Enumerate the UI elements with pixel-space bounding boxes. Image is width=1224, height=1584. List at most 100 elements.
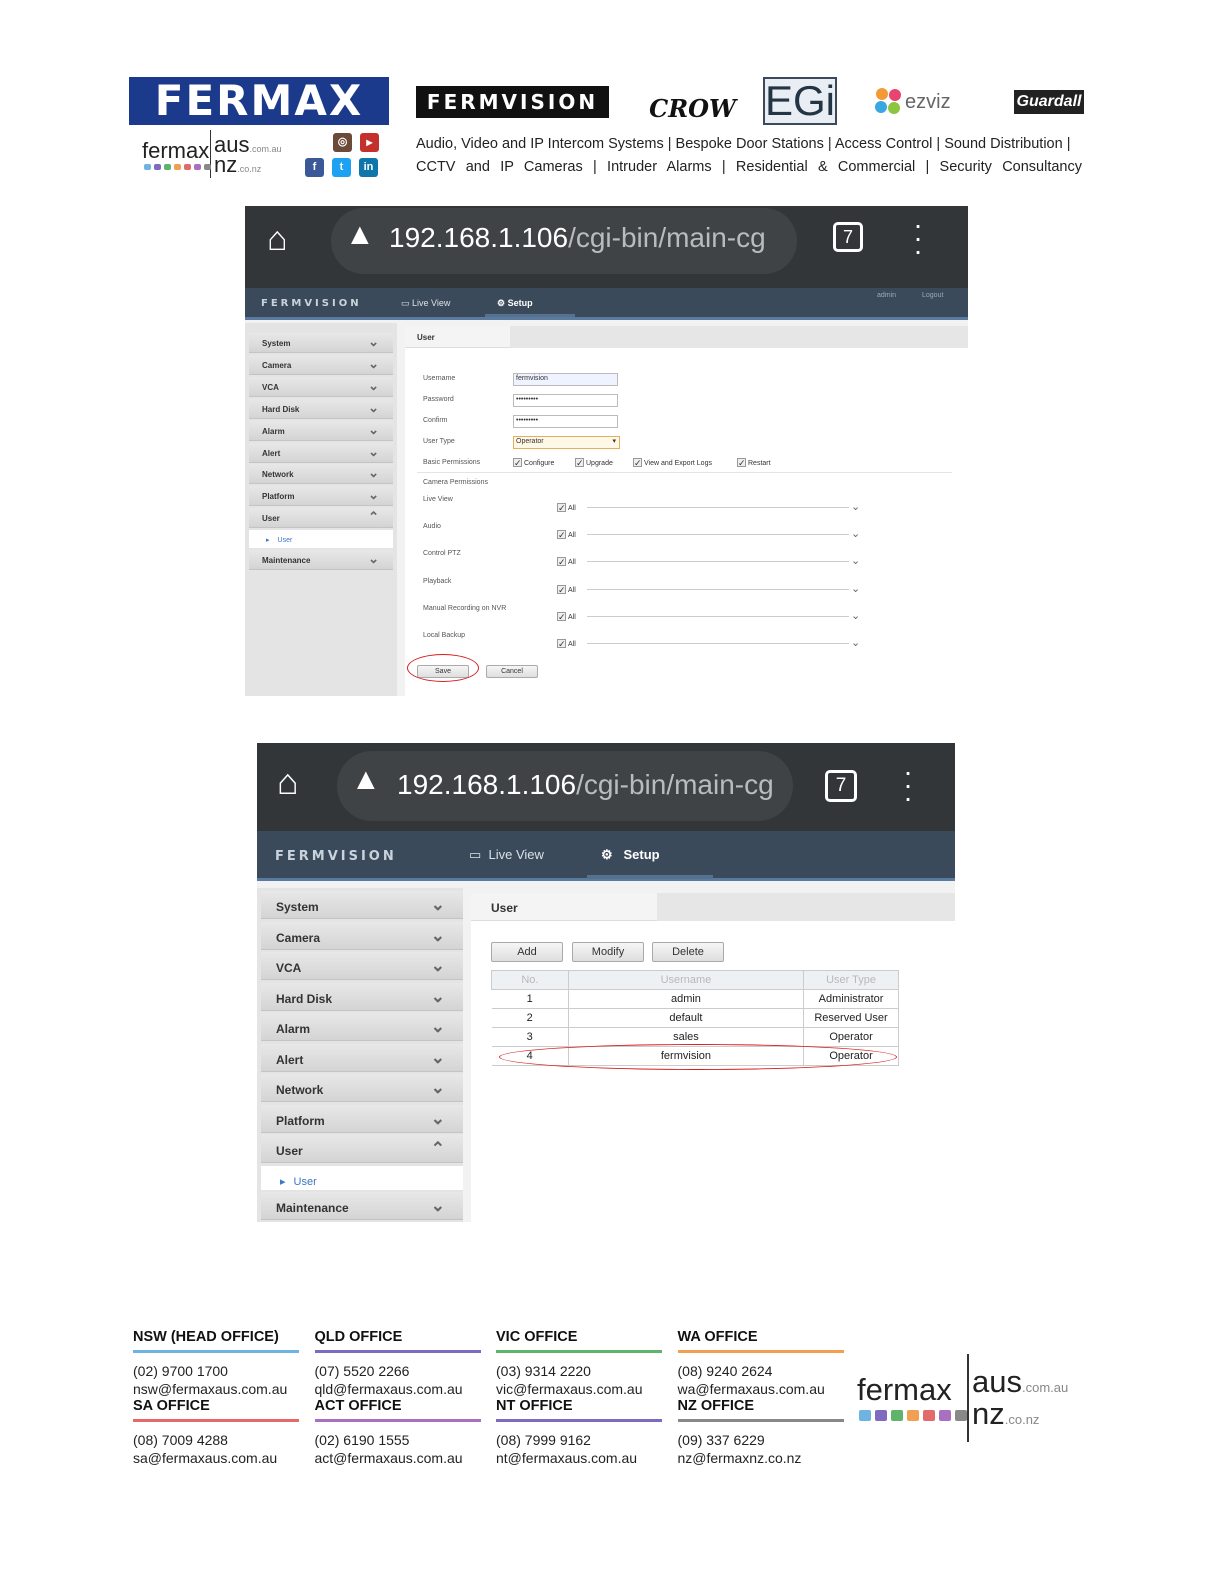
user-type-label: User Type <box>423 438 455 445</box>
sidebar-item-user[interactable]: User ⌃ <box>249 508 393 529</box>
nav-live-view[interactable]: ▭ Live View <box>469 847 544 863</box>
modify-button[interactable]: Modify <box>572 942 644 962</box>
sidebar-item-alert[interactable]: Alert ⌄ <box>249 442 393 463</box>
facebook-icon[interactable]: f <box>305 158 324 177</box>
nav-setup[interactable]: ⚙ Setup <box>601 847 660 863</box>
tab-count-button[interactable]: 7 <box>825 770 857 802</box>
table-row[interactable]: 2 default Reserved User <box>491 1008 899 1028</box>
twitter-icon[interactable]: t <box>332 158 351 177</box>
checkbox-checked-icon: ✓ <box>513 458 522 468</box>
office-phone[interactable]: (02) 6190 1555 <box>315 1431 481 1449</box>
nav-live-view[interactable]: ▭ Live View <box>401 298 450 309</box>
color-dot <box>174 164 181 170</box>
office-phone[interactable]: (09) 337 6229 <box>678 1431 844 1449</box>
sidebar-item-alarm[interactable]: Alarm ⌄ <box>261 1013 463 1041</box>
address-bar[interactable]: ▲ 192.168.1.106/cgi-bin/main-cg <box>331 208 797 274</box>
sidebar-item-maintenance[interactable]: Maintenance ⌄ <box>249 550 393 571</box>
chevron-down-icon[interactable]: ⌄ <box>851 582 860 595</box>
chevron-down-icon[interactable]: ⌄ <box>851 527 860 540</box>
camera-perm-all-checkbox[interactable]: ✓ All <box>557 503 576 513</box>
sidebar-item-system[interactable]: System ⌄ <box>261 891 463 919</box>
checkbox-checked-icon: ✓ <box>737 458 746 468</box>
sidebar-item-platform[interactable]: Platform ⌄ <box>261 1104 463 1133</box>
add-button[interactable]: Add <box>491 942 563 962</box>
menu-icon[interactable]: · · · <box>903 758 913 812</box>
office-email[interactable]: nt@fermaxaus.com.au <box>496 1449 662 1467</box>
ezviz-logo: ezviz <box>873 86 973 118</box>
username-input[interactable]: fermvision <box>513 373 618 386</box>
office-email[interactable]: act@fermaxaus.com.au <box>315 1449 481 1467</box>
color-dots <box>144 164 211 170</box>
office-email[interactable]: nsw@fermaxaus.com.au <box>133 1380 299 1398</box>
sidebar-sub-item-user[interactable]: ▸ User <box>261 1165 463 1190</box>
sidebar-item-network[interactable]: Network ⌄ <box>261 1074 463 1102</box>
chevron-down-icon[interactable]: ⌄ <box>851 554 860 567</box>
color-dot <box>939 1410 951 1421</box>
sidebar-item-hard-disk[interactable]: Hard Disk ⌄ <box>261 982 463 1011</box>
camera-permissions-title: Camera Permissions <box>423 479 488 486</box>
office-email[interactable]: sa@fermaxaus.com.au <box>133 1449 299 1467</box>
fermaxaus-logo: fermax aus.com.au nz.co.nz <box>142 130 312 180</box>
chevron-down-icon[interactable]: ⌄ <box>851 609 860 622</box>
office-phone[interactable]: (07) 5520 2266 <box>315 1362 481 1380</box>
address-bar[interactable]: ▲ 192.168.1.106/cgi-bin/main-cg <box>337 751 793 821</box>
sidebar-item-hard-disk[interactable]: Hard Disk ⌄ <box>249 398 393 419</box>
basic-perm-checkbox[interactable]: ✓ Configure <box>513 458 554 468</box>
confirm-input[interactable]: ••••••••• <box>513 415 618 428</box>
cell-user-type: Operator <box>803 1027 899 1047</box>
sidebar-item-platform[interactable]: Platform ⌄ <box>249 486 393 507</box>
office-phone[interactable]: (08) 7999 9162 <box>496 1431 662 1449</box>
camera-perm-all-checkbox[interactable]: ✓ All <box>557 639 576 649</box>
sidebar: System ⌄ Camera ⌄ VCA ⌄ Hard Disk ⌄ Alarm ⌄ Alert ⌄… <box>245 323 397 696</box>
ezviz-flower-icon <box>873 86 905 118</box>
delete-button[interactable]: Delete <box>652 942 724 962</box>
basic-perm-checkbox[interactable]: ✓ Upgrade <box>575 458 613 468</box>
sidebar-item-camera[interactable]: Camera ⌄ <box>261 921 463 950</box>
office-name: SA OFFICE <box>133 1398 210 1414</box>
cancel-button[interactable]: Cancel <box>486 665 538 678</box>
sidebar-item-camera[interactable]: Camera ⌄ <box>249 354 393 375</box>
basic-perm-checkbox[interactable]: ✓ Restart <box>737 458 771 468</box>
camera-perm-all-checkbox[interactable]: ✓ All <box>557 557 576 567</box>
office-phone[interactable]: (08) 7009 4288 <box>133 1431 299 1449</box>
table-row[interactable]: 1 admin Administrator <box>491 989 899 1009</box>
sidebar-item-maintenance[interactable]: Maintenance ⌄ <box>261 1191 463 1220</box>
tab-count-button[interactable]: 7 <box>833 222 863 252</box>
logout-link[interactable]: Logout <box>922 292 943 299</box>
office-phone[interactable]: (03) 9314 2220 <box>496 1362 662 1380</box>
sidebar-item-user[interactable]: User ⌃ <box>261 1135 463 1163</box>
sidebar-item-network[interactable]: Network ⌄ <box>249 464 393 485</box>
home-icon[interactable]: ⌂ <box>277 761 299 803</box>
office-email[interactable]: qld@fermaxaus.com.au <box>315 1380 481 1398</box>
sidebar-item-alarm[interactable]: Alarm ⌄ <box>249 420 393 441</box>
linkedin-icon[interactable]: in <box>359 158 378 177</box>
camera-perm-label: Manual Recording on NVR <box>423 604 507 612</box>
chevron-up-icon: ⌃ <box>430 1139 445 1158</box>
user-type-select[interactable]: Operator ▾ <box>513 436 620 449</box>
sidebar-item-system[interactable]: System ⌄ <box>249 333 393 353</box>
sidebar-item-alert[interactable]: Alert ⌄ <box>261 1043 463 1072</box>
office-email[interactable]: wa@fermaxaus.com.au <box>678 1380 844 1398</box>
sidebar-item-vca[interactable]: VCA ⌄ <box>249 376 393 397</box>
home-icon[interactable]: ⌂ <box>267 220 288 259</box>
color-dots <box>859 1410 967 1421</box>
menu-icon[interactable]: · · · <box>913 211 923 265</box>
office-phone[interactable]: (02) 9700 1700 <box>133 1362 299 1380</box>
nav-setup[interactable]: ⚙ Setup <box>497 298 533 309</box>
office-email[interactable]: nz@fermaxnz.co.nz <box>678 1449 844 1467</box>
camera-perm-all-checkbox[interactable]: ✓ All <box>557 584 576 594</box>
instagram-icon[interactable]: ◎ <box>333 133 352 152</box>
sidebar-sub-item-user[interactable]: ▸ User <box>249 530 393 549</box>
sidebar-item-vca[interactable]: VCA ⌄ <box>261 952 463 980</box>
camera-perm-all-checkbox[interactable]: ✓ All <box>557 530 576 540</box>
basic-perm-checkbox[interactable]: ✓ View and Export Logs <box>633 458 712 468</box>
youtube-icon[interactable]: ▶ <box>360 133 379 152</box>
camera-perm-all-checkbox[interactable]: ✓ All <box>557 611 576 621</box>
chevron-down-icon[interactable]: ⌄ <box>851 636 860 649</box>
chevron-down-icon[interactable]: ⌄ <box>851 500 860 513</box>
office-phone[interactable]: (08) 9240 2624 <box>678 1362 844 1380</box>
color-dot <box>154 164 161 170</box>
tab-user[interactable]: User <box>471 893 657 921</box>
password-input[interactable]: ••••••••• <box>513 394 618 407</box>
office-email[interactable]: vic@fermaxaus.com.au <box>496 1380 662 1398</box>
